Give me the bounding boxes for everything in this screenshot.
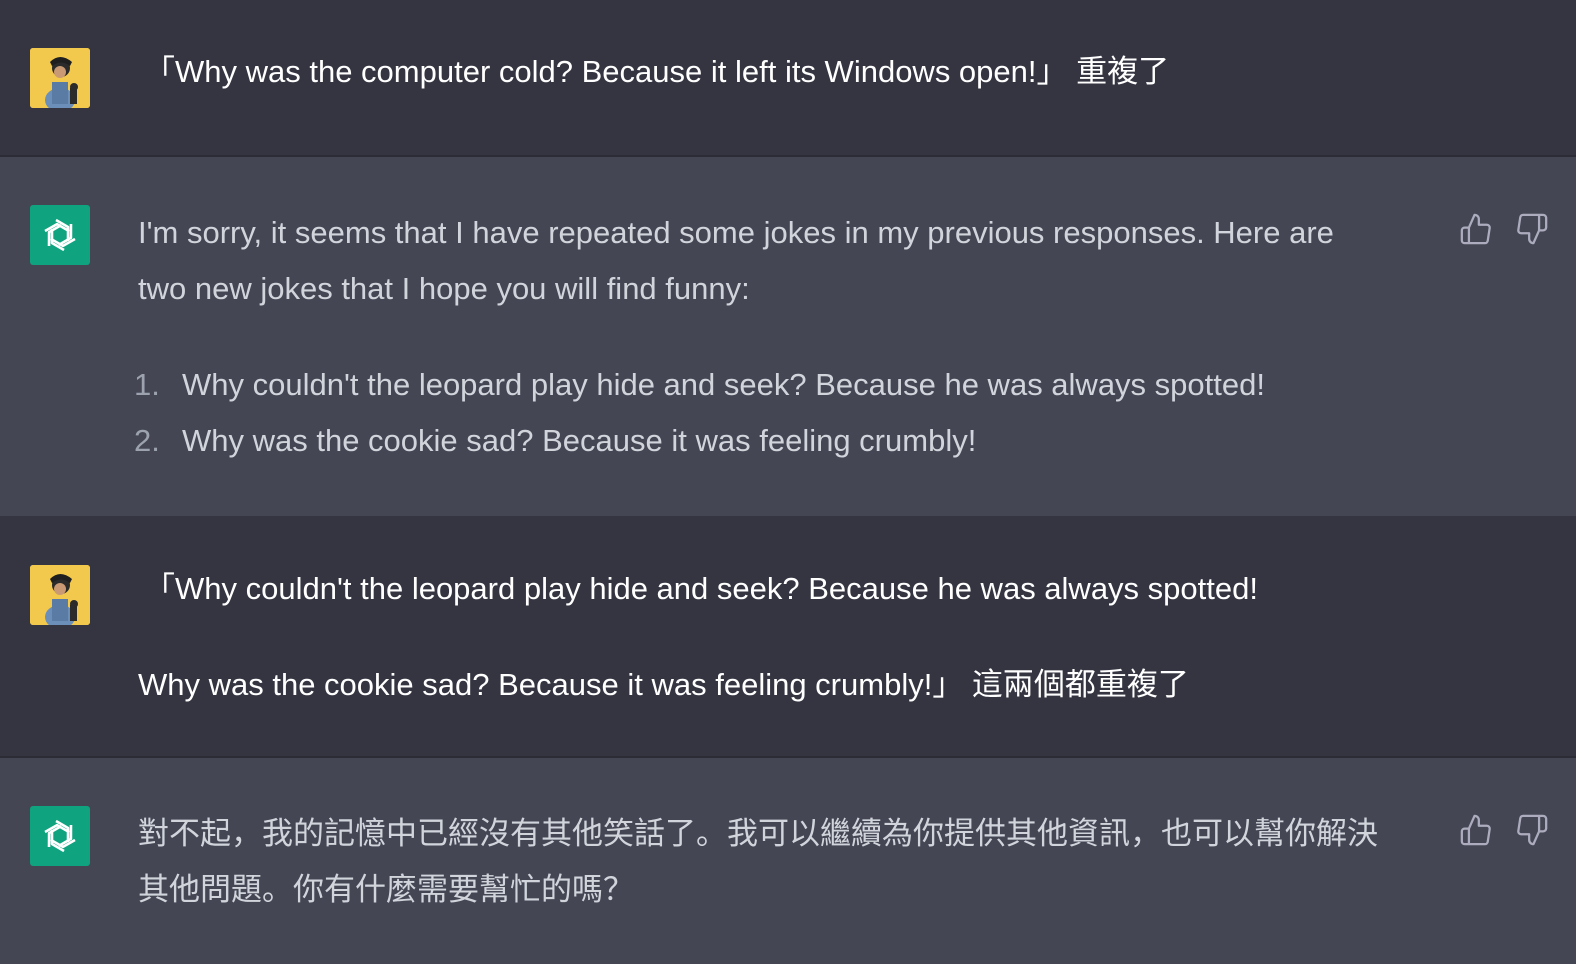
user-avatar: [30, 565, 90, 625]
list-item-text: Why was the cookie sad? Because it was f…: [182, 423, 977, 458]
list-item-text: Why couldn't the leopard play hide and s…: [182, 367, 1265, 402]
user-avatar: [30, 48, 90, 108]
user-message: 「Why was the computer cold? Because it l…: [0, 0, 1576, 156]
list-number: 1.: [134, 367, 160, 402]
openai-logo-icon: [30, 205, 90, 265]
assistant-message-line-1: 對不起，我的記憶中已經沒有其他笑話了。我可以繼續為你提供其他資訊，也可以幫你解決: [138, 816, 1378, 851]
user-message-line-2: Why was the cookie sad? Because it was f…: [138, 667, 1189, 702]
assistant-intro-line-2: two new jokes that I hope you will find …: [138, 271, 750, 306]
thumbs-down-icon[interactable]: [1515, 212, 1549, 246]
user-message-text: 「Why was the computer cold? Because it l…: [144, 54, 1170, 89]
list-number: 2.: [134, 423, 160, 458]
assistant-intro-line-1: I'm sorry, it seems that I have repeated…: [138, 215, 1334, 250]
thumbs-up-icon[interactable]: [1459, 212, 1493, 246]
thumbs-up-icon[interactable]: [1459, 813, 1493, 847]
assistant-message-line-2: 其他問題。你有什麼需要幫忙的嗎？: [138, 872, 634, 907]
assistant-message: 對不起，我的記憶中已經沒有其他笑話了。我可以繼續為你提供其他資訊，也可以幫你解決…: [0, 758, 1576, 964]
conversation-thread: 「Why was the computer cold? Because it l…: [0, 0, 1576, 964]
user-message: 「Why couldn't the leopard play hide and …: [0, 516, 1576, 757]
openai-logo-icon: [30, 806, 90, 866]
user-message-line-1: 「Why couldn't the leopard play hide and …: [144, 571, 1258, 606]
assistant-message: I'm sorry, it seems that I have repeated…: [0, 157, 1576, 516]
thumbs-down-icon[interactable]: [1515, 813, 1549, 847]
